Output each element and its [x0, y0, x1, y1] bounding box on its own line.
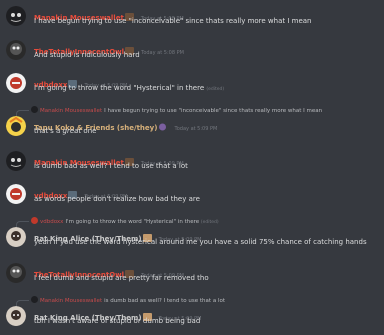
role-badge-icon — [125, 40, 135, 55]
reply-reference[interactable]: Manakin Mouseswallet I have begun trying … — [16, 106, 323, 117]
reply-reference[interactable]: Manakin Mouseswallet is dumb bad as well?… — [16, 296, 225, 307]
message-text: is dumb bad as well? I tend to use that … — [34, 162, 188, 170]
chat-log: Manakin Mouseswallet Today at 5:08 PM I … — [0, 0, 384, 335]
user-avatar[interactable] — [6, 73, 26, 93]
message-text: And stupid is ridiculously hard — [34, 51, 140, 59]
role-badge-icon — [68, 184, 78, 199]
user-avatar[interactable] — [6, 116, 26, 136]
reply-username: vdbdoxx — [40, 219, 64, 225]
reply-avatar — [31, 296, 38, 303]
reply-snippet: I have begun trying to use "inconceivabl… — [104, 108, 323, 114]
user-avatar[interactable] — [6, 6, 26, 26]
user-avatar[interactable] — [6, 263, 26, 283]
user-avatar[interactable] — [6, 151, 26, 171]
user-avatar[interactable] — [6, 184, 26, 204]
role-badge-icon — [158, 116, 167, 131]
user-avatar[interactable] — [6, 40, 26, 60]
edited-tag: (edited) — [206, 87, 225, 92]
role-badge-icon — [125, 263, 135, 278]
edited-tag: (edited) — [200, 220, 219, 225]
role-badge-icon — [68, 73, 78, 88]
message-text: that's a great one — [34, 127, 97, 135]
message-text: I'm going to throw the word "Hysterical"… — [34, 84, 225, 92]
reply-snippet: is dumb bad as well? I tend to use that … — [104, 298, 225, 304]
reply-reference[interactable]: vdbdoxx I'm going to throw the word "Hyst… — [16, 217, 219, 228]
timestamp: Today at 5:08 PM — [141, 50, 184, 56]
role-badge-icon — [124, 151, 134, 166]
message-text: I have begun trying to use "inconceivabl… — [34, 17, 312, 25]
reply-username: Manakin Mouseswallet — [40, 108, 103, 114]
role-badge-icon — [142, 227, 152, 242]
reply-snippet: I'm going to throw the word "Hysterical"… — [65, 219, 200, 225]
message-text: as words people don't realize how bad th… — [34, 195, 200, 203]
role-badge-icon — [124, 6, 134, 21]
reply-avatar — [31, 106, 38, 113]
message-text: tbh I wasn't aware of stupid or dumb bei… — [34, 317, 201, 325]
role-badge-icon — [142, 306, 152, 321]
reply-avatar — [31, 217, 38, 224]
reply-username: Manakin Mouseswallet — [40, 298, 103, 304]
user-avatar[interactable] — [6, 306, 26, 326]
message-text: I feel dumb and stupid are pretty far re… — [34, 274, 209, 282]
message-text: yeah if you use the word hysterical arou… — [34, 238, 367, 246]
timestamp: Today at 5:09 PM — [174, 126, 218, 132]
user-avatar[interactable] — [6, 227, 26, 247]
